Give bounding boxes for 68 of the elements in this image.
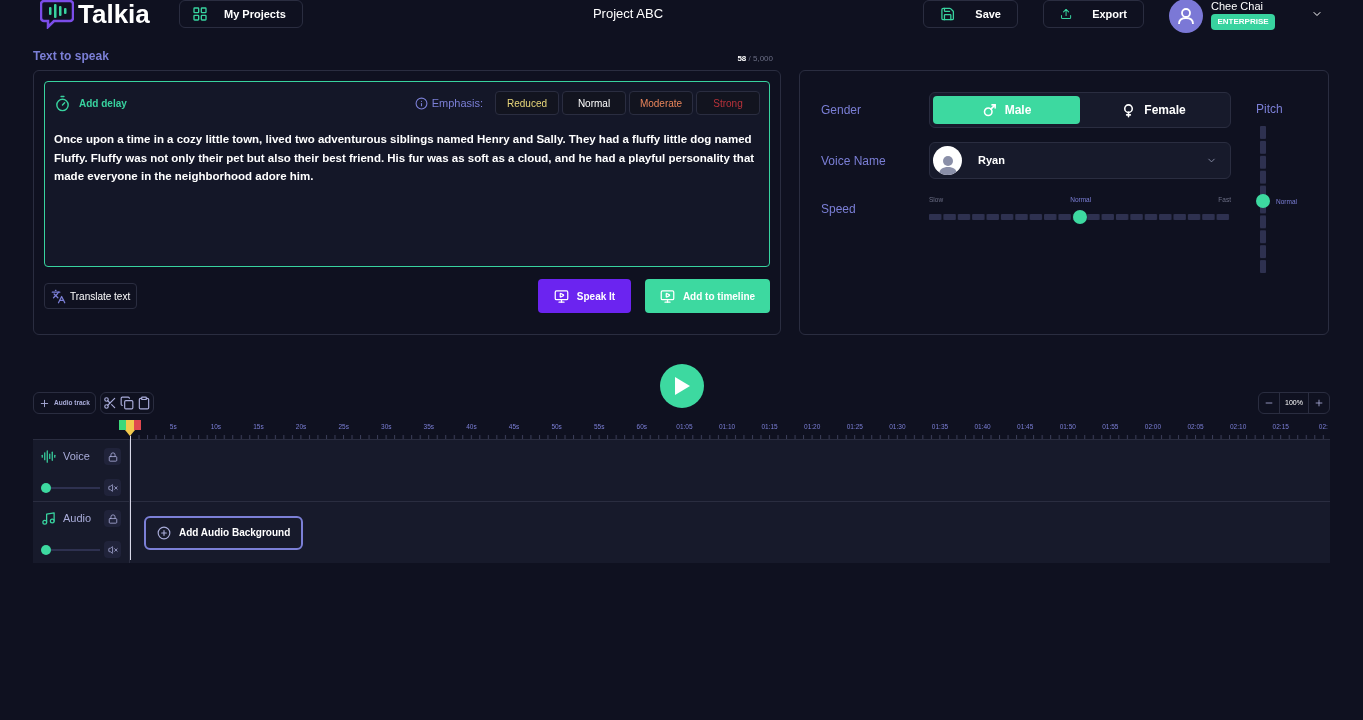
- playhead[interactable]: [119, 420, 141, 560]
- gender-option[interactable]: Female: [1080, 96, 1227, 124]
- lock-button[interactable]: [104, 448, 121, 465]
- gender-label: Gender: [821, 102, 863, 119]
- translate-button[interactable]: Translate text: [44, 283, 138, 309]
- volume-slider[interactable]: [41, 544, 100, 555]
- plus-icon: [1314, 398, 1324, 408]
- plan-badge: ENTERPRISE: [1211, 13, 1275, 30]
- upload-icon: [1060, 6, 1073, 22]
- speak-button[interactable]: Speak It: [538, 279, 631, 313]
- translate-icon: [51, 288, 66, 304]
- slider-thumb[interactable]: [41, 544, 51, 555]
- emphasis-label: Emphasis:: [431, 95, 483, 111]
- mute-button[interactable]: [104, 541, 121, 558]
- track-name: Voice: [63, 449, 91, 465]
- save-button[interactable]: Save: [923, 0, 1018, 28]
- play-button[interactable]: [659, 364, 704, 408]
- emphasis-option[interactable]: Normal: [562, 91, 626, 115]
- emphasis-option[interactable]: Reduced: [495, 91, 559, 115]
- info-icon: [414, 96, 428, 110]
- track-name: Audio: [63, 511, 93, 527]
- speed-label: Speed: [821, 201, 857, 218]
- emphasis-option[interactable]: Moderate: [629, 91, 693, 115]
- voice-select[interactable]: Ryan: [929, 142, 1231, 179]
- save-icon: [940, 6, 956, 22]
- text-editor[interactable]: [44, 81, 770, 267]
- lock-icon: [107, 513, 118, 524]
- slider-thumb[interactable]: [41, 482, 51, 493]
- male-symbol-icon: [981, 102, 997, 118]
- slider-thumb[interactable]: [1073, 209, 1087, 224]
- mute-button[interactable]: [104, 479, 121, 496]
- story-text: Once upon a time in a cozy little town, lived two adventurous siblings named Henry and Sally. They had a fluffy little dog named Fluffy. Fluffy was not only their pet but also their best friend. His fur was as soft as a cloud, and he had a playful personality that made everyone in the neighborhood adore him.: [54, 132, 756, 184]
- logo-text: Talkia: [78, 1, 150, 27]
- voice-name-label: Voice Name: [821, 153, 887, 170]
- scissors-icon[interactable]: [102, 396, 117, 410]
- timeline-icon: [659, 288, 675, 304]
- speed-slider[interactable]: [929, 209, 1231, 224]
- plus-icon: [39, 397, 50, 409]
- section-title: Text to speak: [33, 48, 109, 65]
- add-audio-background-button[interactable]: Add Audio Background: [144, 515, 304, 550]
- grid-icon: [192, 6, 208, 22]
- timer-icon: [54, 94, 71, 112]
- lock-button[interactable]: [104, 510, 121, 527]
- copy-icon[interactable]: [119, 396, 134, 410]
- lock-icon: [107, 451, 118, 462]
- slider-thumb[interactable]: [1256, 193, 1270, 208]
- mute-icon: [107, 482, 118, 493]
- pitch-slider[interactable]: [1256, 126, 1270, 275]
- mute-icon: [107, 544, 118, 555]
- clipboard-icon[interactable]: [136, 396, 151, 410]
- character-count: 58 / 5,000: [737, 53, 773, 65]
- user-avatar[interactable]: [1169, 0, 1203, 33]
- play-icon: [672, 376, 691, 396]
- user-name: Chee Chai: [1211, 0, 1264, 12]
- add-delay-button[interactable]: Add delay: [54, 94, 127, 112]
- music-note-icon: [41, 511, 56, 526]
- voice-name: Ryan: [978, 153, 1006, 169]
- my-projects-button[interactable]: My Projects: [179, 0, 303, 28]
- pitch-label: Pitch: [1256, 101, 1284, 118]
- logo-icon: [40, 0, 74, 29]
- sound-wave-icon: [41, 449, 56, 464]
- add-circle-icon: [157, 525, 171, 540]
- voice-avatar: [933, 146, 962, 175]
- volume-slider[interactable]: [41, 482, 100, 493]
- export-button[interactable]: Export: [1043, 0, 1144, 28]
- person-icon: [1177, 7, 1195, 25]
- play-screen-icon: [553, 288, 569, 304]
- project-title: Project ABC: [592, 5, 664, 24]
